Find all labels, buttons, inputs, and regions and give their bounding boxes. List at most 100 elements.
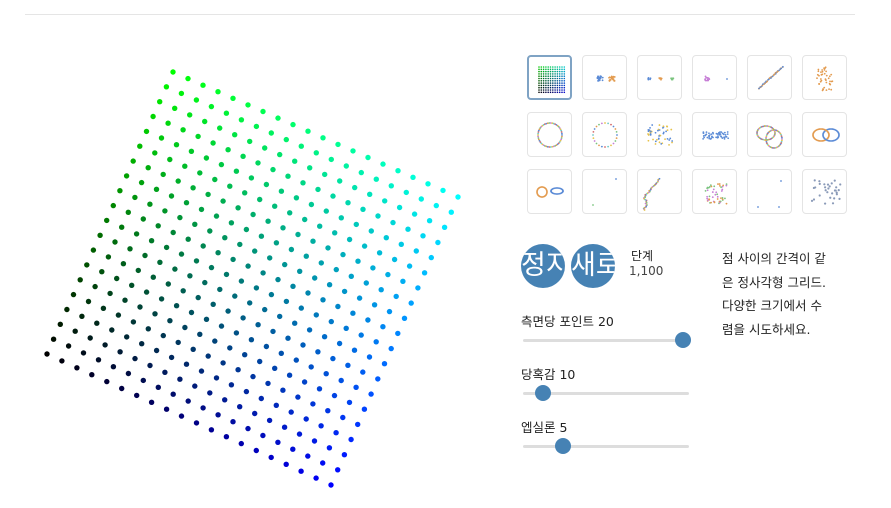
thumbnail-sparse-points[interactable] — [747, 169, 792, 214]
grid-point — [120, 261, 127, 267]
grid-point — [296, 431, 303, 437]
thumbnail-dot — [817, 68, 820, 71]
grid-point — [77, 277, 83, 283]
points-per-side-track[interactable] — [523, 339, 689, 342]
thumbnail-dot — [828, 88, 830, 91]
grid-point — [295, 394, 301, 400]
thumbnail-dot — [711, 196, 714, 199]
grid-point — [107, 290, 113, 297]
grid-point — [298, 305, 304, 311]
pause-button[interactable]: 정지 — [521, 244, 565, 288]
grid-point — [142, 252, 148, 259]
thumbnail-dot — [723, 137, 726, 140]
thumbnail-two-clusters[interactable] — [582, 55, 627, 100]
thumbnail-dot — [705, 133, 708, 136]
grid-point — [180, 288, 186, 294]
grid-point — [326, 445, 333, 451]
grid-point — [341, 288, 348, 295]
thumbnail-square-grid[interactable] — [527, 55, 572, 100]
thumbnail-dot — [818, 180, 821, 183]
grid-point — [84, 262, 90, 268]
thumbnail-dot — [612, 142, 615, 145]
thumbnail-dot — [704, 189, 707, 192]
thumbnail-preview — [810, 179, 842, 205]
grid-point — [152, 311, 158, 317]
grid-point — [290, 446, 296, 452]
grid-point — [134, 392, 140, 399]
epsilon-handle[interactable] — [555, 438, 571, 454]
grid-point — [208, 427, 215, 433]
grid-point — [112, 239, 118, 245]
thumbnail-cluster-pair[interactable] — [692, 55, 737, 100]
thumbnail-trefoil[interactable] — [802, 55, 847, 100]
grid-point — [135, 267, 141, 274]
grid-point — [335, 303, 341, 310]
thumbnail-dot — [552, 91, 554, 94]
thumbnail-random-walk[interactable] — [637, 169, 682, 214]
thumbnail-dot — [554, 77, 556, 80]
thumbnail-dot — [661, 126, 664, 129]
thumbnail-dot — [552, 70, 554, 73]
grid-point — [307, 165, 313, 171]
thumbnail-dot — [725, 202, 728, 205]
thumbnail-dot — [649, 126, 651, 129]
thumbnail-orthogonal-rings[interactable] — [527, 169, 572, 214]
restart-button[interactable]: 새로 — [571, 244, 615, 288]
thumbnail-dot — [601, 79, 604, 82]
grid-point — [323, 371, 329, 377]
grid-point — [290, 121, 296, 128]
thumbnail-circle[interactable] — [527, 112, 572, 157]
thumbnail-dot — [547, 70, 549, 73]
grid-point — [426, 218, 433, 224]
grid-point — [305, 453, 311, 459]
thumbnail-dot — [552, 77, 554, 80]
grid-point — [198, 368, 205, 374]
grid-point — [285, 173, 291, 179]
grid-point — [87, 335, 93, 341]
thumbnail-dot — [563, 75, 566, 77]
grid-point — [178, 90, 185, 97]
thumbnail-parallel-lines[interactable] — [747, 55, 792, 100]
points-per-side-handle[interactable] — [675, 332, 691, 348]
perplexity-handle[interactable] — [535, 385, 552, 401]
thumbnail-dot — [828, 185, 831, 188]
thumbnail-dot — [820, 71, 822, 73]
epsilon-label: 엡실론 5 — [521, 420, 568, 435]
grid-point — [295, 231, 301, 238]
thumbnail-linked-rings[interactable] — [747, 112, 792, 157]
thumbnail-dot — [708, 77, 710, 80]
thumbnail-gaussian-cloud[interactable] — [637, 112, 682, 157]
grid-point — [280, 387, 286, 393]
grid-point — [360, 206, 366, 212]
thumbnail-dot — [604, 122, 606, 124]
grid-point — [213, 375, 220, 381]
thumbnail-dot — [545, 66, 547, 68]
grid-point — [260, 432, 266, 439]
epsilon-track[interactable] — [523, 445, 689, 448]
grid-point — [233, 168, 240, 174]
thumbnail-preview — [536, 186, 564, 198]
thumbnail-dot — [654, 143, 657, 145]
thumbnail-dot — [835, 186, 838, 189]
grid-point — [371, 302, 378, 308]
thumbnail-unlinked-rings[interactable] — [802, 112, 847, 157]
grid-point — [305, 128, 311, 134]
thumbnail-dot — [538, 66, 540, 68]
grid-point — [245, 425, 251, 432]
thumbnail-dot — [715, 191, 718, 194]
thumbnail-three-clusters[interactable] — [637, 55, 682, 100]
thumbnail-long-gaussian[interactable] — [692, 112, 737, 157]
grid-point — [277, 151, 283, 158]
thumbnail-dot — [648, 129, 651, 132]
grid-point — [270, 166, 276, 173]
grid-point — [333, 266, 339, 273]
grid-point — [203, 155, 210, 161]
epsilon-slider-block: 엡실론 5 — [521, 417, 691, 454]
thumbnail-simplex-clusters[interactable] — [692, 169, 737, 214]
thumbnail-dot — [600, 145, 603, 148]
grid-point — [187, 112, 193, 118]
thumbnail-random-jitter[interactable] — [582, 169, 627, 214]
thumbnail-subset-clusters[interactable] — [802, 169, 847, 214]
thumbnail-dot — [835, 191, 838, 194]
thumbnail-dotted-circle[interactable] — [582, 112, 627, 157]
